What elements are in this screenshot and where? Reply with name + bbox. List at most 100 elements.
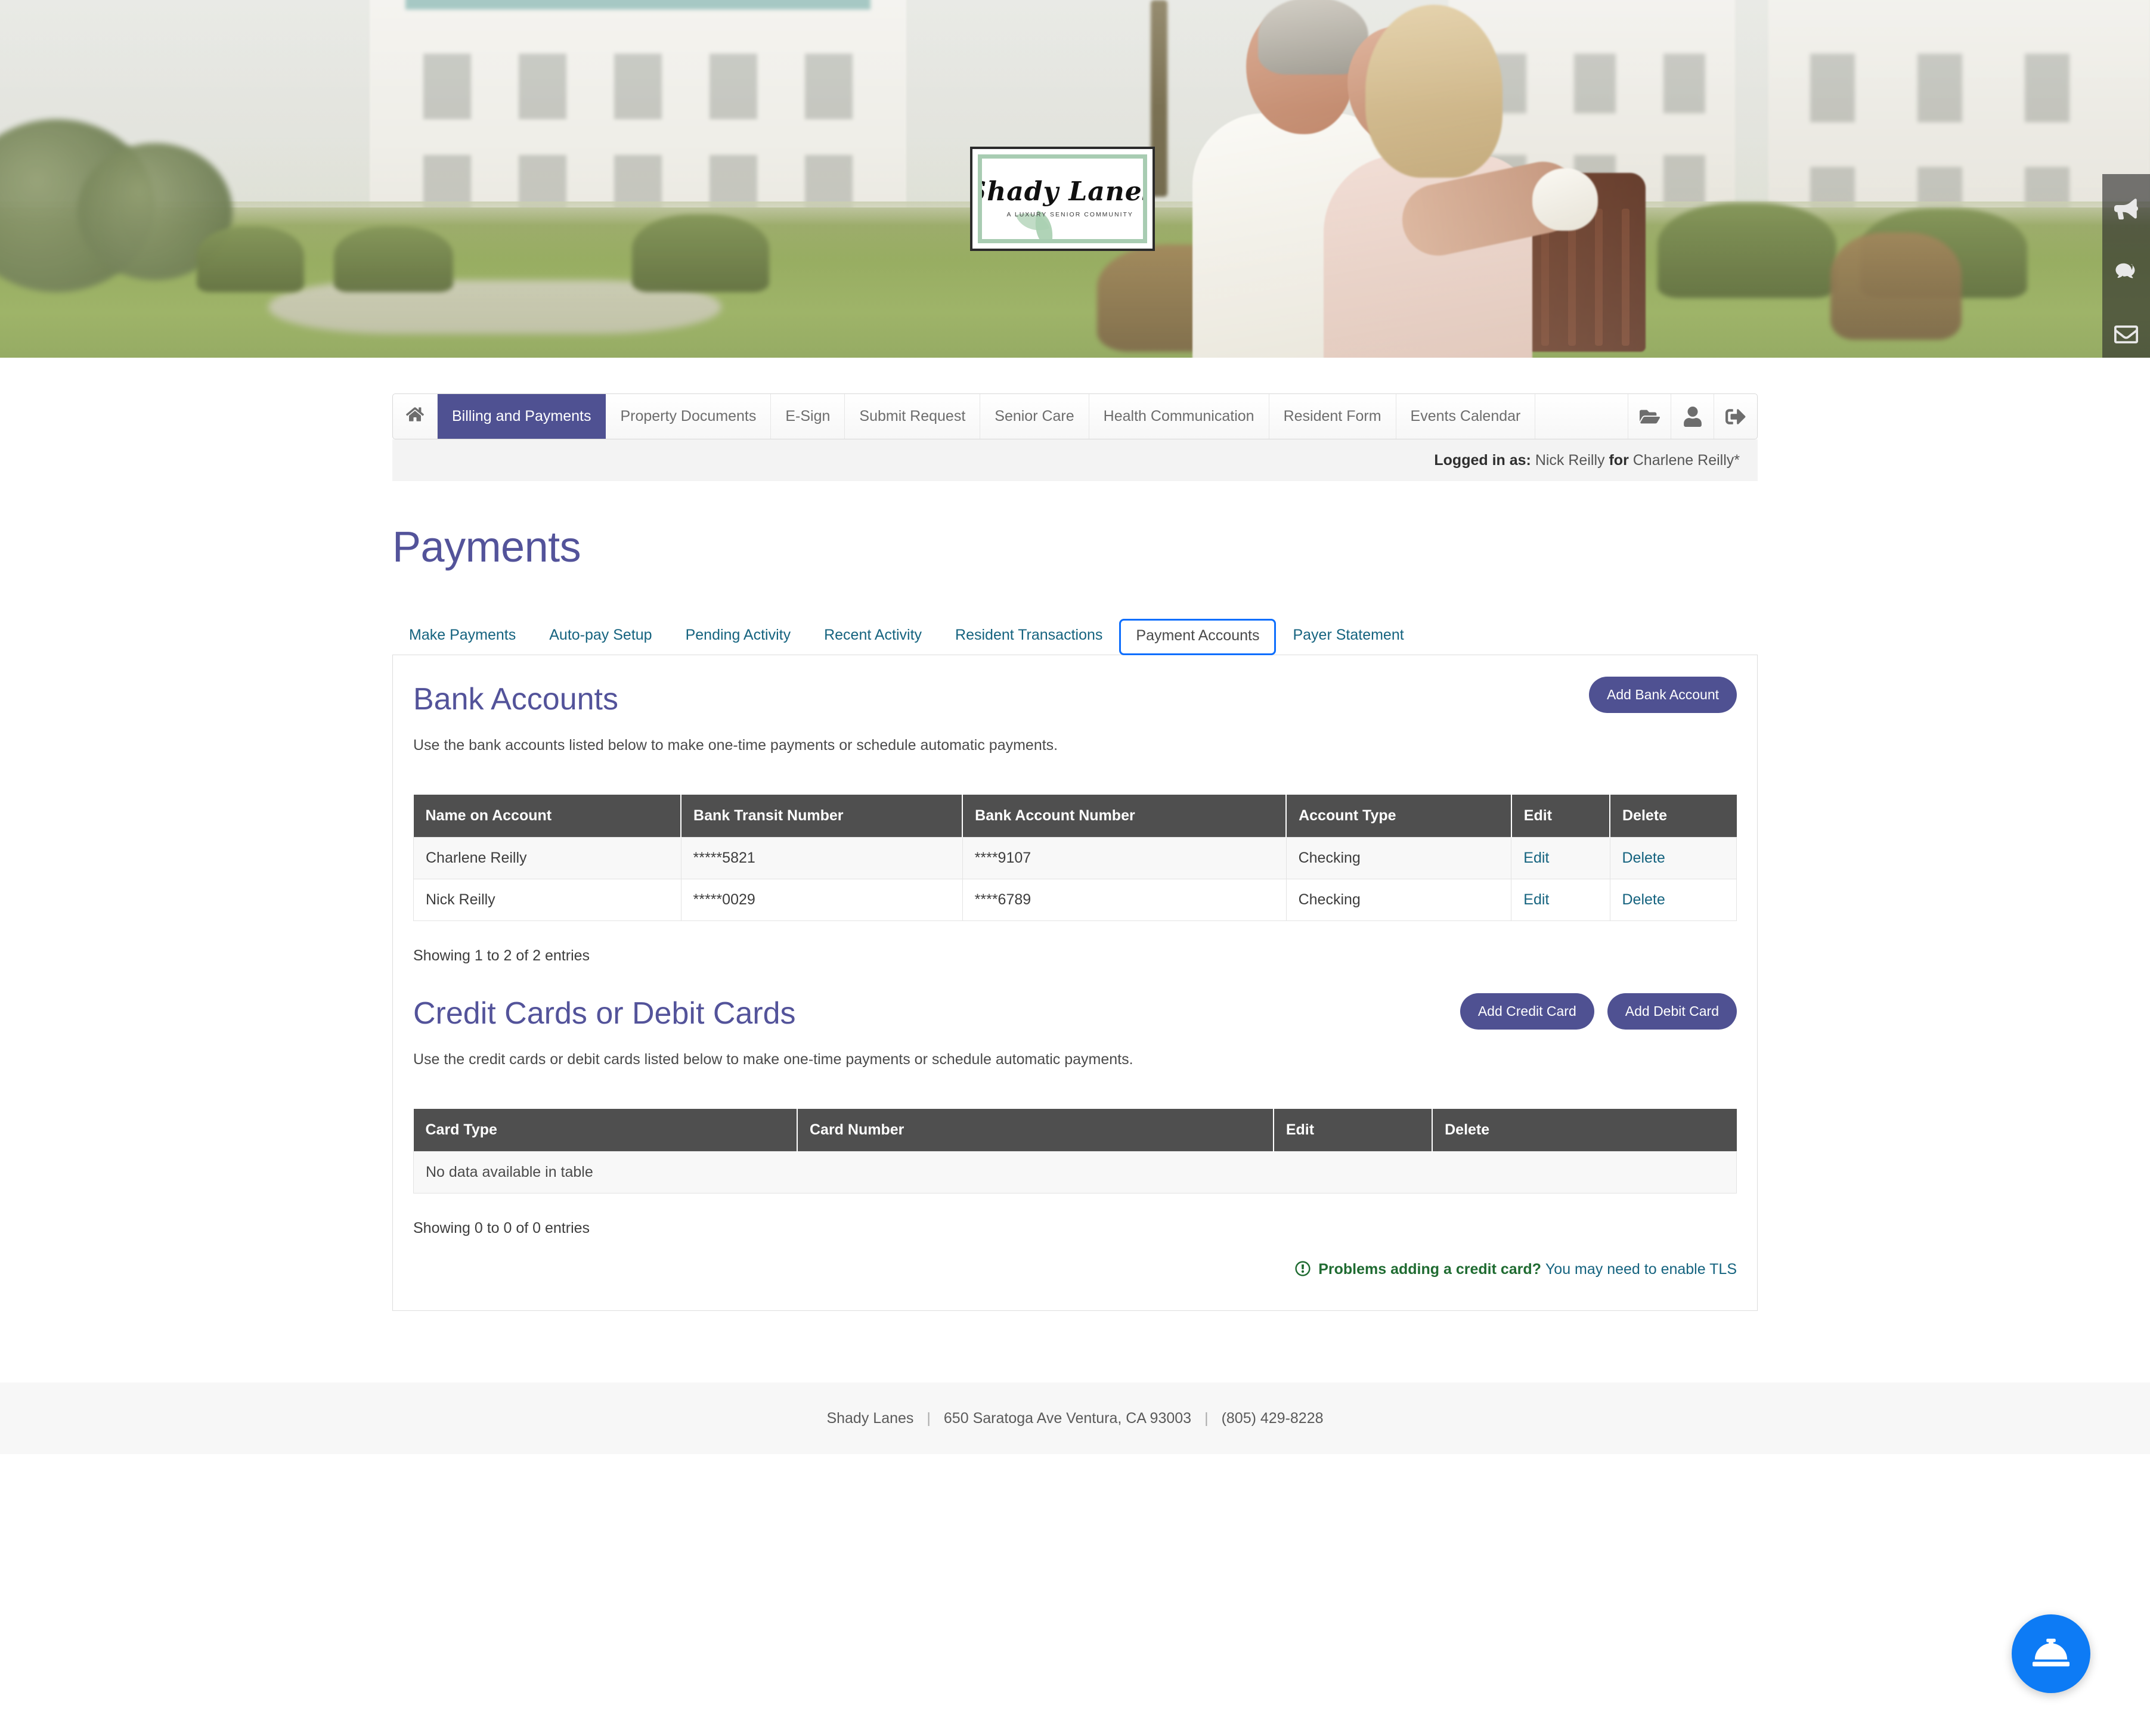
page-title: Payments: [392, 523, 581, 571]
tab-auto-pay-setup[interactable]: Auto-pay Setup: [532, 618, 668, 655]
add-debit-card-button[interactable]: Add Debit Card: [1607, 993, 1737, 1030]
cell-delete: Delete: [1609, 837, 1737, 880]
table-header-row: Card Type Card Number Edit Delete: [413, 1109, 1737, 1152]
cards-table-head: Card Type Card Number Edit Delete: [413, 1109, 1737, 1152]
exclamation-circle-icon: [1295, 1261, 1318, 1278]
social-rail: [2102, 174, 2150, 358]
nav-item-label: Resident Form: [1283, 408, 1381, 424]
sign-out-icon[interactable]: [1714, 394, 1757, 439]
main-navigation: Billing and Payments Property Documents …: [392, 393, 1758, 439]
cell-edit: Edit: [1511, 879, 1610, 922]
table-header-row: Name on Account Bank Transit Number Bank…: [413, 795, 1737, 838]
add-credit-card-button[interactable]: Add Credit Card: [1460, 993, 1594, 1030]
nav-item-e-sign[interactable]: E-Sign: [771, 394, 845, 439]
table-row: Nick Reilly *****0029 ****6789 Checking …: [413, 879, 1737, 922]
envelope-icon[interactable]: [2102, 306, 2150, 358]
cell-bank-transit-number: *****0029: [680, 879, 963, 922]
cell-bank-account-number: ****6789: [962, 879, 1287, 922]
logged-in-resident: Charlene Reilly*: [1632, 451, 1740, 469]
bank-accounts-table-body: Charlene Reilly *****5821 ****9107 Check…: [413, 837, 1737, 922]
cell-edit: Edit: [1511, 837, 1610, 880]
logged-in-user: Nick Reilly: [1535, 451, 1605, 469]
bank-accounts-header: Add Bank Account Bank Accounts Use the b…: [413, 677, 1737, 754]
payments-tabs: Make Payments Auto-pay Setup Pending Act…: [392, 618, 1758, 655]
enable-tls-link[interactable]: You may need to enable TLS: [1545, 1261, 1737, 1278]
nav-item-events-calendar[interactable]: Events Calendar: [1396, 394, 1536, 439]
logged-in-label: Logged in as:: [1434, 451, 1531, 469]
cell-bank-transit-number: *****5821: [680, 837, 963, 880]
cell-account-type: Checking: [1285, 837, 1512, 880]
column-delete: Delete: [1610, 795, 1737, 838]
column-card-type: Card Type: [413, 1109, 798, 1152]
payment-accounts-panel: Add Bank Account Bank Accounts Use the b…: [392, 655, 1758, 1312]
nav-item-senior-care[interactable]: Senior Care: [980, 394, 1089, 439]
cell-bank-account-number: ****9107: [962, 837, 1287, 880]
delete-link[interactable]: Delete: [1622, 891, 1665, 908]
nav-item-submit-request[interactable]: Submit Request: [845, 394, 981, 439]
cards-table-body: No data available in table: [413, 1151, 1737, 1194]
edit-link[interactable]: Edit: [1523, 891, 1549, 908]
nav-item-label: Health Communication: [1103, 408, 1254, 424]
column-edit: Edit: [1273, 1109, 1433, 1152]
add-bank-account-button[interactable]: Add Bank Account: [1589, 677, 1737, 713]
cards-showing-entries: Showing 0 to 0 of 0 entries: [413, 1220, 590, 1237]
tls-warning-text: Problems adding a credit card?: [1295, 1261, 1545, 1278]
hero-banner: Shady Lanes A LUXURY SENIOR COMMUNITY: [0, 0, 2150, 358]
bank-accounts-description: Use the bank accounts listed below to ma…: [413, 737, 1058, 754]
page-body: Billing and Payments Property Documents …: [0, 358, 2150, 1455]
concierge-bell-icon: [2033, 1634, 2070, 1674]
cell-account-type: Checking: [1285, 879, 1512, 922]
nav-item-health-communication[interactable]: Health Communication: [1089, 394, 1269, 439]
cell-name-on-account: Charlene Reilly: [413, 837, 681, 880]
table-row: Charlene Reilly *****5821 ****9107 Check…: [413, 837, 1737, 880]
column-name-on-account: Name on Account: [413, 795, 682, 838]
column-card-number: Card Number: [797, 1109, 1274, 1152]
nav-item-resident-form[interactable]: Resident Form: [1269, 394, 1396, 439]
footer-community-name: Shady Lanes: [826, 1409, 914, 1427]
column-bank-account-number: Bank Account Number: [962, 795, 1287, 838]
nav-item-label: Billing and Payments: [452, 408, 591, 424]
nav-item-label: E-Sign: [785, 408, 831, 424]
logo-name: Shady Lanes: [982, 176, 1143, 207]
nav-item-label: Property Documents: [620, 408, 757, 424]
column-edit: Edit: [1511, 795, 1611, 838]
tab-make-payments[interactable]: Make Payments: [392, 618, 532, 655]
bank-accounts-table-head: Name on Account Bank Transit Number Bank…: [413, 795, 1737, 838]
tab-pending-activity[interactable]: Pending Activity: [669, 618, 808, 655]
nav-spacer: [1535, 394, 1628, 439]
logo-tagline: A LUXURY SENIOR COMMUNITY: [1006, 211, 1133, 218]
bullhorn-icon[interactable]: [2102, 180, 2150, 238]
bank-accounts-actions: Add Bank Account: [1589, 677, 1737, 713]
content-container: Billing and Payments Property Documents …: [392, 393, 1758, 1312]
tab-payer-statement[interactable]: Payer Statement: [1276, 618, 1420, 655]
concierge-chat-button[interactable]: [2012, 1614, 2090, 1693]
logo-frame: Shady Lanes A LUXURY SENIOR COMMUNITY: [978, 154, 1147, 243]
comments-icon[interactable]: [2102, 243, 2150, 300]
column-account-type: Account Type: [1286, 795, 1512, 838]
footer-separator: |: [1204, 1409, 1209, 1427]
site-logo[interactable]: Shady Lanes A LUXURY SENIOR COMMUNITY: [970, 147, 1155, 251]
nav-item-property-documents[interactable]: Property Documents: [606, 394, 772, 439]
table-empty-row: No data available in table: [413, 1151, 1737, 1194]
cards-header: Add Credit Card Add Debit Card Credit Ca…: [413, 993, 1737, 1068]
cards-empty-message: No data available in table: [413, 1151, 1737, 1194]
delete-link[interactable]: Delete: [1622, 850, 1665, 866]
bank-accounts-table: Name on Account Bank Transit Number Bank…: [413, 795, 1737, 922]
tab-payment-accounts[interactable]: Payment Accounts: [1119, 619, 1277, 655]
nav-home[interactable]: [393, 394, 438, 439]
nav-item-billing-and-payments[interactable]: Billing and Payments: [438, 394, 606, 439]
logged-in-bar: Logged in as: Nick Reilly for Charlene R…: [392, 439, 1758, 481]
cards-table: Card Type Card Number Edit Delete No dat…: [413, 1109, 1737, 1194]
bank-accounts-showing-entries: Showing 1 to 2 of 2 entries: [413, 947, 590, 965]
folder-open-icon[interactable]: [1628, 394, 1671, 439]
nav-item-label: Submit Request: [859, 408, 966, 424]
column-delete: Delete: [1432, 1109, 1737, 1152]
user-icon[interactable]: [1671, 394, 1714, 439]
footer-separator: |: [927, 1409, 931, 1427]
tab-recent-activity[interactable]: Recent Activity: [807, 618, 938, 655]
tab-resident-transactions[interactable]: Resident Transactions: [938, 618, 1119, 655]
edit-link[interactable]: Edit: [1523, 850, 1549, 866]
site-footer: Shady Lanes | 650 Saratoga Ave Ventura, …: [0, 1382, 2150, 1455]
cell-delete: Delete: [1609, 879, 1737, 922]
footer-address: 650 Saratoga Ave Ventura, CA 93003: [943, 1409, 1192, 1427]
